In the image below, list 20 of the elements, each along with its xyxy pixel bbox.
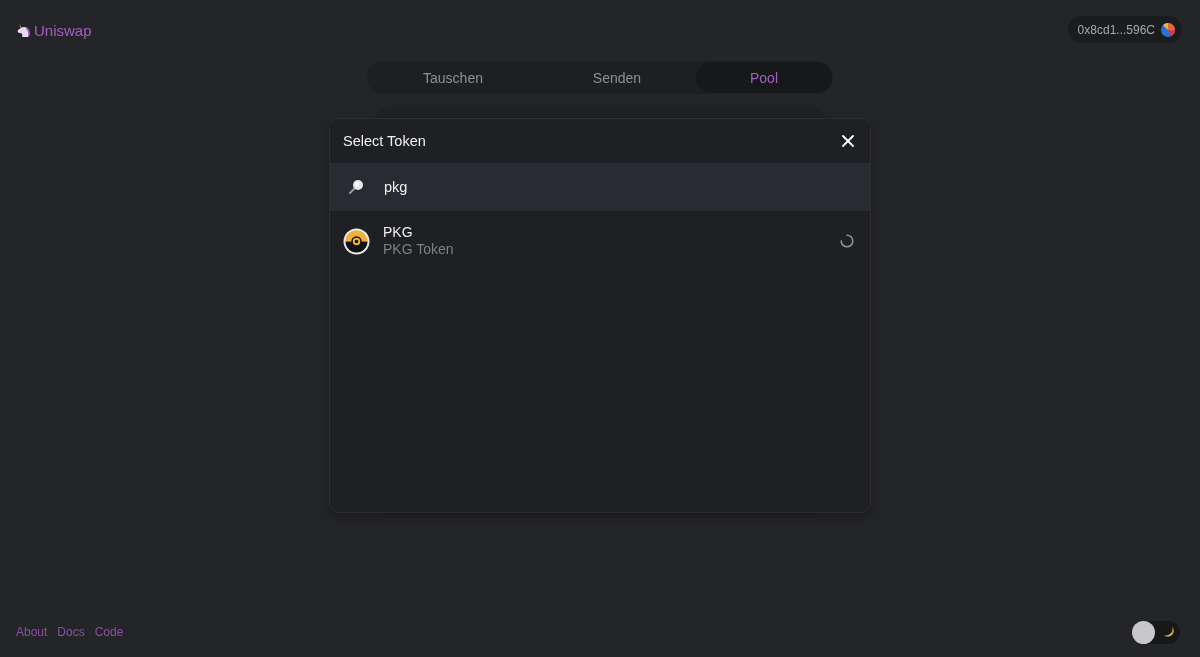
token-name: PKG Token [383, 241, 455, 258]
search-icon [348, 179, 364, 195]
theme-toggle[interactable] [1132, 620, 1180, 644]
avatar-icon [1161, 22, 1175, 37]
token-symbol: PKG [383, 224, 414, 240]
footer-link[interactable]: About [16, 625, 48, 639]
search-input[interactable]: pkg [384, 179, 854, 195]
wallet-button[interactable]: 0x8cd1...596C [1067, 16, 1182, 43]
unicorn-icon [17, 24, 31, 37]
footer-link[interactable]: Code [94, 625, 124, 639]
search-field[interactable]: pkg [330, 163, 870, 211]
tab[interactable]: Senden [538, 62, 696, 93]
tab[interactable]: Tauschen [368, 62, 538, 93]
modal-title: Select Token [343, 133, 426, 149]
footer-link[interactable]: Docs [57, 625, 85, 639]
tab[interactable]: Pool [696, 62, 832, 93]
toggle-knob [1132, 620, 1155, 644]
token-list-item[interactable]: PKG PKG Token [330, 211, 870, 271]
logo-link[interactable]: Uniswap [17, 22, 92, 39]
token-logo-icon [343, 227, 370, 255]
